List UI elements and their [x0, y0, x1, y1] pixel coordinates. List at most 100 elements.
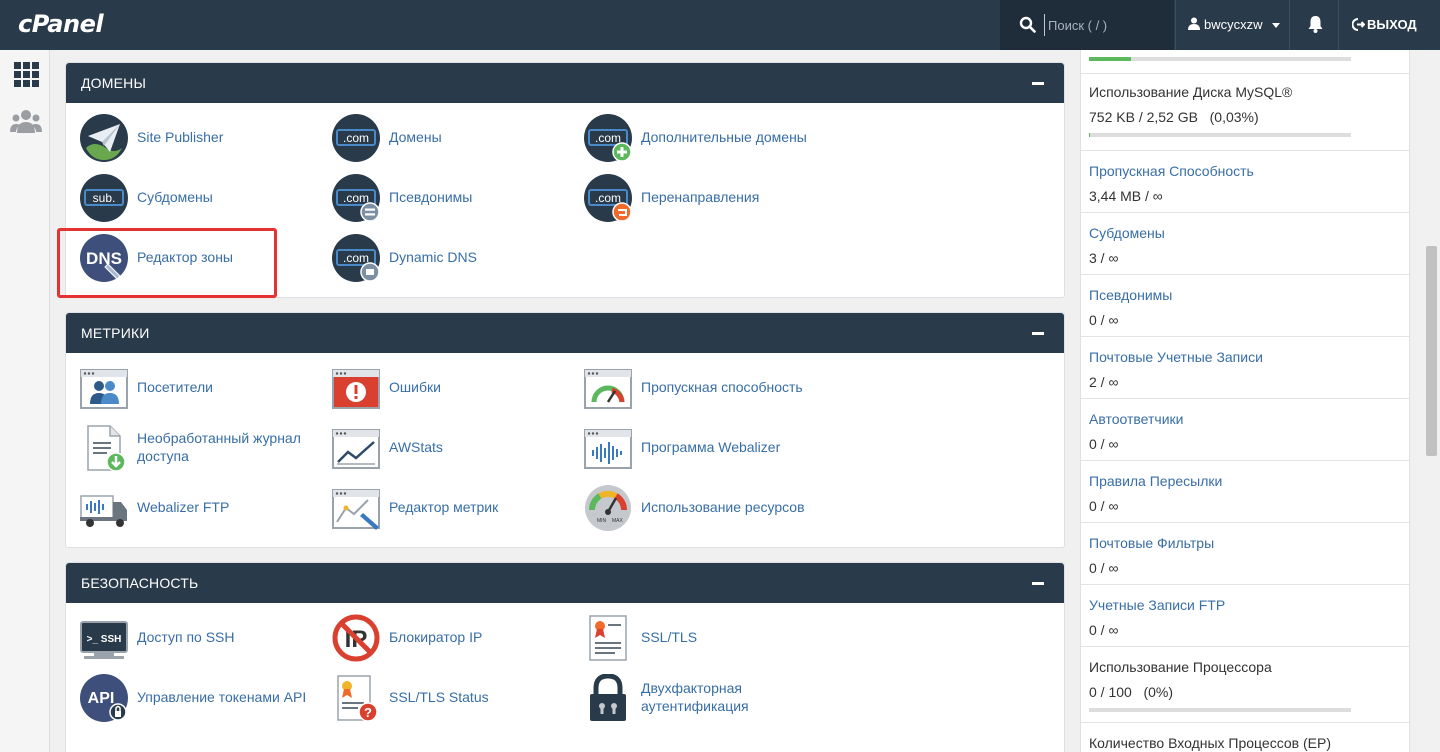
username: bwcycxzw [1204, 17, 1263, 32]
errors-link[interactable]: Ошибки [318, 360, 568, 414]
resource-usage-link[interactable]: MIN MAX Использование ресурсов [570, 480, 820, 534]
ssh-terminal-icon: >_ SSH [80, 621, 128, 659]
svg-text:API: API [88, 690, 115, 707]
site-publisher-link[interactable]: Site Publisher [66, 110, 316, 164]
stat-autoresponders: Автоответчики 0 / ∞ [1081, 399, 1409, 461]
stat-disk-usage [1081, 50, 1409, 74]
dotcom-icon: .com [332, 114, 380, 162]
svg-text:?: ? [364, 705, 372, 720]
redirects-link[interactable]: .com Перенаправления [570, 170, 820, 224]
svg-text:.com: .com [343, 191, 369, 205]
usage-bar [1089, 708, 1351, 712]
dotcom-add-icon: .com [584, 114, 632, 162]
metrics-panel: МЕТРИКИ Посетители Ошибки Пропускная спо… [65, 312, 1065, 548]
usage-bar [1089, 57, 1351, 61]
svg-text:.com: .com [343, 131, 369, 145]
paper-plane-icon [80, 114, 128, 162]
dynamic-dns-link[interactable]: .com Dynamic DNS [318, 230, 568, 284]
api-tokens-link[interactable]: API Управление токенами API [66, 670, 316, 724]
stat-forwarders: Правила Пересылки 0 / ∞ [1081, 461, 1409, 523]
stat-link[interactable]: Автоответчики [1089, 411, 1183, 427]
webalizer-icon [584, 429, 632, 469]
stat-aliases: Псевдонимы 0 / ∞ [1081, 275, 1409, 337]
svg-text:>_ SSH: >_ SSH [87, 634, 122, 645]
stat-email-filters: Почтовые Фильтры 0 / ∞ [1081, 523, 1409, 585]
resource-usage-icon: MIN MAX [585, 485, 631, 531]
stat-link[interactable]: Псевдонимы [1089, 287, 1172, 303]
zone-editor-highlight [57, 228, 277, 298]
scrollbar-thumb[interactable] [1426, 246, 1437, 456]
dotcom-alias-icon: .com [332, 174, 380, 222]
collapse-icon[interactable] [1032, 82, 1044, 85]
bandwidth-gauge-icon [584, 369, 632, 409]
cpanel-logo[interactable]: cPanel [18, 10, 104, 38]
grid-icon[interactable] [10, 60, 42, 90]
addon-domains-link[interactable]: .com Дополнительные домены [570, 110, 820, 164]
metrics-header[interactable]: МЕТРИКИ [66, 313, 1064, 353]
ssl-tls-link[interactable]: SSL/TLS [570, 610, 820, 664]
logout-icon [1351, 18, 1366, 31]
logout-button[interactable]: ВЫХОД [1351, 17, 1417, 32]
svg-text:.com: .com [595, 191, 621, 205]
ssl-status-icon: ? [337, 675, 378, 722]
two-factor-auth-link[interactable]: Двухфакторная аутентификация [570, 670, 820, 724]
stat-entry-processes: Количество Входных Процессов (EP) [1089, 735, 1331, 751]
scrollbar[interactable] [1423, 50, 1440, 752]
ssl-tls-status-link[interactable]: ? SSL/TLS Status [318, 670, 568, 724]
bandwidth-link[interactable]: Пропускная способность [570, 360, 820, 414]
ip-blocker-icon: IP [332, 614, 380, 662]
stat-ftp-accounts: Учетные Записи FTP 0 / ∞ [1081, 585, 1409, 647]
svg-text:sub.: sub. [93, 191, 116, 205]
raw-access-link[interactable]: Необработанный журнал доступа [66, 420, 316, 474]
security-header[interactable]: БЕЗОПАСНОСТЬ [66, 563, 1064, 603]
raw-log-icon [87, 425, 126, 472]
subdomains-link[interactable]: sub. Субдомены [66, 170, 316, 224]
svg-text:MIN: MIN [597, 518, 607, 524]
left-sidebar [0, 50, 50, 752]
search-input[interactable] [1044, 14, 1164, 36]
webalizer-ftp-link[interactable]: Webalizer FTP [66, 480, 316, 534]
visitors-icon [80, 369, 128, 409]
padlock-icon [590, 674, 626, 721]
stat-cpu-usage: Использование Процессора 0 / 100 (0%) [1081, 647, 1409, 723]
collapse-icon[interactable] [1032, 332, 1044, 335]
notifications-button[interactable] [1291, 0, 1339, 50]
stat-mysql-disk: Использование Диска MySQL® 752 KB / 2,52… [1081, 74, 1409, 151]
user-menu[interactable]: bwcycxzw [1175, 0, 1290, 50]
webalizer-ftp-icon [80, 495, 127, 527]
svg-text:.com: .com [343, 251, 369, 265]
bell-icon [1308, 16, 1323, 33]
dotcom-redirect-icon: .com [584, 174, 632, 222]
webalizer-link[interactable]: Программа Webalizer [570, 420, 820, 474]
search-icon[interactable] [1019, 16, 1036, 33]
stat-link[interactable]: Субдомены [1089, 225, 1165, 241]
user-icon [1188, 17, 1200, 30]
metrics-editor-link[interactable]: Редактор метрик [318, 480, 568, 534]
domains-header[interactable]: ДОМЕНЫ [66, 63, 1064, 103]
stat-link[interactable]: Учетные Записи FTP [1089, 597, 1225, 613]
api-token-icon: API [80, 674, 128, 722]
ip-blocker-link[interactable]: IP Блокиратор IP [318, 610, 568, 664]
collapse-icon[interactable] [1032, 582, 1044, 585]
stat-link[interactable]: Почтовые Учетные Записи [1089, 349, 1263, 365]
users-icon[interactable] [10, 107, 42, 137]
top-bar: cPanel bwcycxzw ВЫХОД [0, 0, 1440, 50]
awstats-icon [332, 429, 380, 469]
domains-link[interactable]: .com Домены [318, 110, 568, 164]
ssh-access-link[interactable]: >_ SSH Доступ по SSH [66, 610, 316, 664]
dotcom-dynamic-icon: .com [332, 234, 380, 282]
stat-link[interactable]: Правила Пересылки [1089, 473, 1222, 489]
svg-text:MAX: MAX [612, 518, 624, 524]
awstats-link[interactable]: AWStats [318, 420, 568, 474]
stat-link[interactable]: Почтовые Фильтры [1089, 535, 1214, 551]
security-panel: БЕЗОПАСНОСТЬ >_ SSH Доступ по SSH IP Бло… [65, 562, 1065, 752]
svg-text:.com: .com [595, 131, 621, 145]
visitors-link[interactable]: Посетители [66, 360, 316, 414]
metrics-editor-icon [332, 489, 380, 530]
stats-sidebar: Использование Диска MySQL® 752 KB / 2,52… [1080, 50, 1410, 752]
stat-bandwidth: Пропускная Способность 3,44 MB / ∞ [1081, 151, 1409, 213]
stat-link[interactable]: Пропускная Способность [1089, 163, 1254, 179]
stat-email-accounts: Почтовые Учетные Записи 2 / ∞ [1081, 337, 1409, 399]
search-box [1000, 0, 1174, 50]
aliases-link[interactable]: .com Псевдонимы [318, 170, 568, 224]
